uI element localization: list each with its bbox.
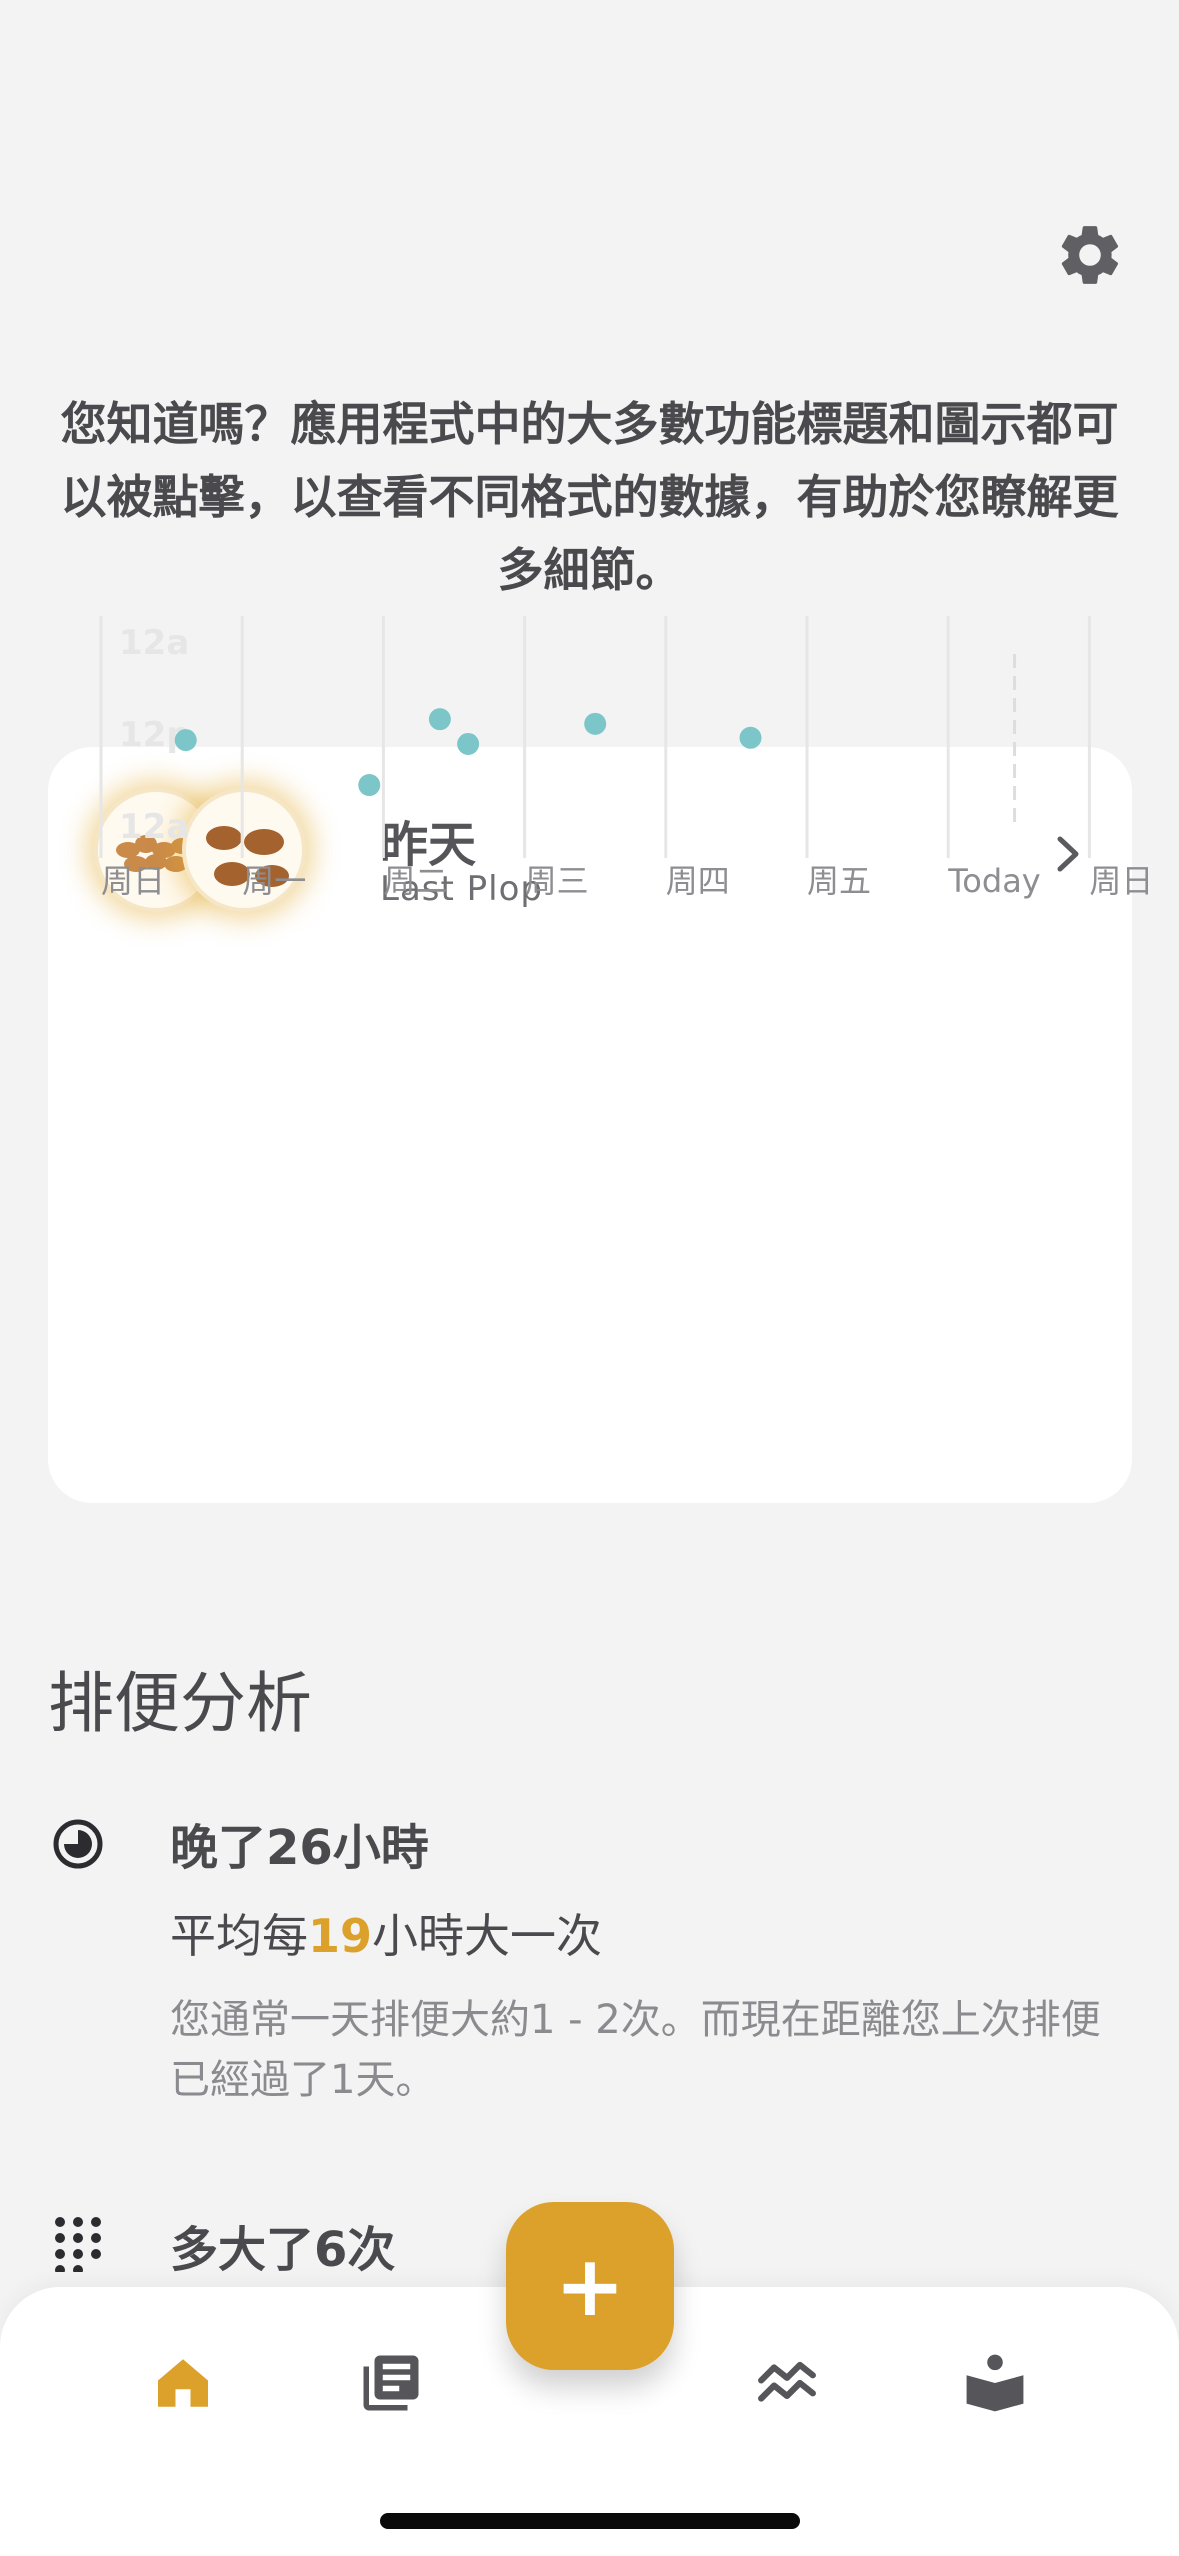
chart-day-label: 周五 — [807, 862, 871, 900]
chart-day-label: 周二 — [383, 862, 447, 900]
trends-icon — [758, 2361, 816, 2402]
last-plop-card[interactable]: 昨天 Last Plop 12a 12p 12a 周日 周一 周二 周三 周四 周五 Today 周… — [48, 616, 1153, 1503]
extra-count-title: 多大了6次 — [170, 2222, 396, 2278]
clock-icon — [52, 1818, 104, 1870]
chart-point[interactable] — [584, 712, 607, 735]
book-icon — [966, 2354, 1024, 2412]
tab-learn[interactable] — [960, 2348, 1030, 2418]
average-suffix: 小時大一次 — [372, 1909, 603, 1963]
tab-trends[interactable] — [752, 2348, 822, 2418]
weekly-plop-chart[interactable]: 12a12p12a周日 周一 周二 周三 周四 周五 Today 周日 — [48, 616, 1153, 1503]
chart-point[interactable] — [358, 774, 381, 797]
chart-point[interactable] — [457, 732, 480, 755]
chart-point[interactable] — [739, 726, 762, 749]
late-description: 您通常一天排便大約1 - 2次。而現在距離您上次排便已經過了1天。 — [170, 1997, 1101, 2103]
gear-icon — [1061, 226, 1119, 284]
chart-y-tick-label: 12a — [119, 807, 189, 847]
average-hours-value: 19 — [308, 1909, 373, 1963]
tab-journal[interactable] — [356, 2348, 426, 2418]
chart-day-label: 周三 — [525, 862, 589, 900]
settings-button[interactable] — [1050, 215, 1130, 295]
tip-text: 您知道嗎？應用程式中的大多數功能標題和圖示都可以被點擊，以查看不同格式的數據，有… — [60, 397, 1119, 597]
chart-point[interactable] — [174, 729, 197, 752]
chart-day-label: 周四 — [666, 862, 730, 900]
chart-day-label: 周日 — [101, 862, 165, 900]
journal-icon — [363, 2355, 419, 2411]
chart-day-label: 周日 — [1089, 862, 1153, 900]
average-interval: 平均每19小時大一次 — [170, 1900, 602, 1966]
plus-icon: + — [554, 2237, 626, 2335]
grid-dots-icon — [52, 2216, 104, 2275]
home-indicator — [380, 2513, 800, 2529]
analysis-title[interactable]: 排便分析 — [48, 1650, 312, 1746]
average-prefix: 平均每 — [170, 1909, 308, 1963]
home-icon — [158, 2359, 208, 2407]
chart-day-label: 周一 — [242, 862, 306, 900]
late-hours-title: 晚了26小時 — [170, 1820, 429, 1876]
chart-day-label: Today — [947, 862, 1041, 900]
chart-y-tick-label: 12a — [119, 623, 189, 663]
tab-home[interactable] — [148, 2348, 218, 2418]
chart-point[interactable] — [428, 708, 451, 731]
add-plop-button[interactable]: + — [506, 2202, 674, 2370]
